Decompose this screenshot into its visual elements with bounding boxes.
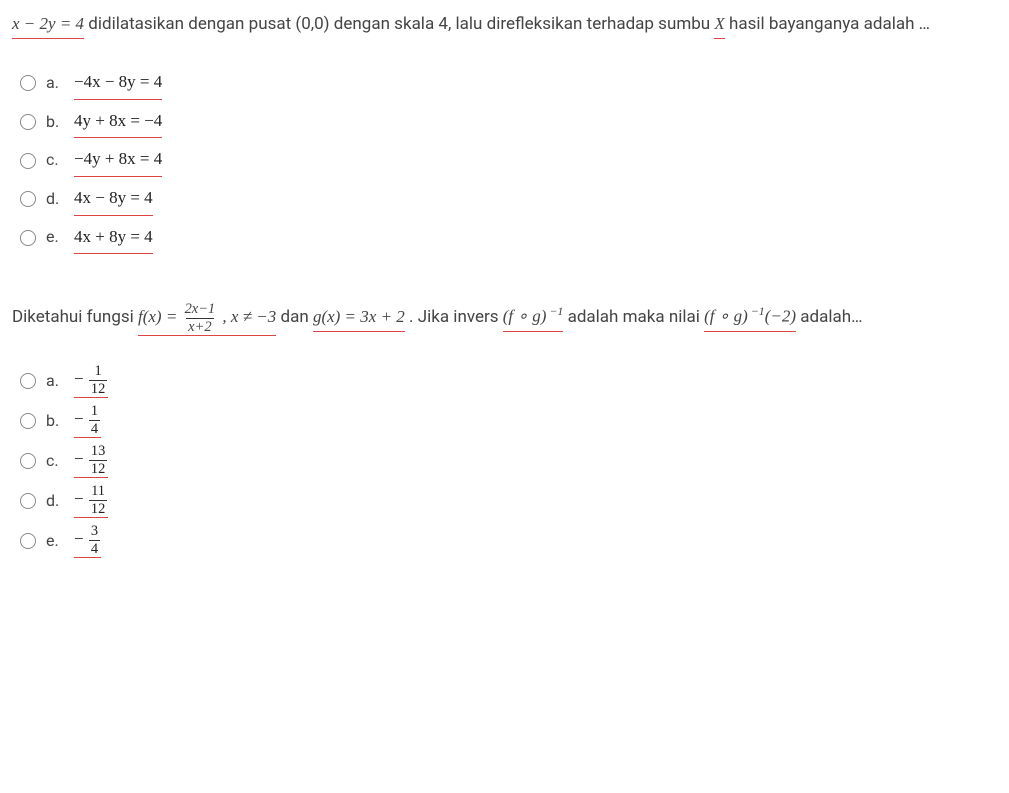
- q1-text-2: hasil bayanganya adalah …: [725, 14, 930, 34]
- option-text: 4x + 8y = 4: [74, 222, 153, 255]
- option-value: − 1112: [74, 484, 108, 518]
- option-letter: a.: [46, 367, 64, 396]
- q2-mid: dan: [280, 307, 312, 327]
- option-value: − 14: [74, 404, 101, 438]
- q2-mid2: . Jika invers: [409, 307, 503, 327]
- option-letter: c.: [46, 447, 64, 476]
- option-letter: c.: [46, 146, 64, 175]
- option-value: − 34: [74, 524, 101, 558]
- option-letter: b.: [46, 407, 64, 436]
- q2-option-e[interactable]: e. − 34: [20, 524, 997, 558]
- radio-icon[interactable]: [20, 114, 36, 130]
- q2-option-a[interactable]: a. − 112: [20, 364, 997, 398]
- question-2-stem: Diketahui fungsi f(x) = 2x−1x+2 , x ≠ −3…: [12, 302, 997, 336]
- option-text: 4y + 8x = −4: [74, 106, 162, 139]
- radio-icon[interactable]: [20, 373, 36, 389]
- option-text: −4y + 8x = 4: [74, 144, 162, 177]
- option-letter: e.: [46, 527, 64, 556]
- option-letter: b.: [46, 108, 64, 137]
- q2-options: a. − 112 b. − 14 c. − 1312 d.: [12, 364, 997, 558]
- option-letter: d.: [46, 487, 64, 516]
- q1-option-a[interactable]: a. −4x − 8y = 4: [20, 67, 997, 100]
- option-letter: d.: [46, 185, 64, 214]
- q1-math-expr: x − 2y = 4: [12, 10, 84, 39]
- q2-option-c[interactable]: c. − 1312: [20, 444, 997, 478]
- option-value: − 112: [74, 364, 108, 398]
- q2-fx: f(x) = 2x−1x+2 , x ≠ −3: [138, 302, 276, 336]
- option-value: − 1312: [74, 444, 108, 478]
- radio-icon[interactable]: [20, 75, 36, 91]
- q2-fog-inv-arg: (f ∘ g) −1(−2): [704, 302, 796, 332]
- q1-option-e[interactable]: e. 4x + 8y = 4: [20, 222, 997, 255]
- radio-icon[interactable]: [20, 493, 36, 509]
- question-2: Diketahui fungsi f(x) = 2x−1x+2 , x ≠ −3…: [12, 302, 997, 558]
- option-text: −4x − 8y = 4: [74, 67, 162, 100]
- radio-icon[interactable]: [20, 533, 36, 549]
- radio-icon[interactable]: [20, 191, 36, 207]
- option-letter: a.: [46, 69, 64, 98]
- radio-icon[interactable]: [20, 413, 36, 429]
- radio-icon[interactable]: [20, 230, 36, 246]
- q2-gx: g(x) = 3x + 2: [313, 303, 405, 332]
- q2-fog-inv: (f ∘ g) −1: [503, 302, 564, 332]
- q2-post2: adalah…: [800, 307, 862, 327]
- option-letter: e.: [46, 223, 64, 252]
- q1-option-d[interactable]: d. 4x − 8y = 4: [20, 183, 997, 216]
- q1-option-c[interactable]: c. −4y + 8x = 4: [20, 144, 997, 177]
- q2-post1: adalah maka nilai: [568, 307, 705, 327]
- q1-text-1: didilatasikan dengan pusat (0,0) dengan …: [84, 14, 714, 34]
- q1-var-x: X: [714, 10, 724, 39]
- q1-options: a. −4x − 8y = 4 b. 4y + 8x = −4 c. −4y +…: [12, 67, 997, 254]
- q2-option-d[interactable]: d. − 1112: [20, 484, 997, 518]
- option-text: 4x − 8y = 4: [74, 183, 153, 216]
- question-1: x − 2y = 4 didilatasikan dengan pusat (0…: [12, 10, 997, 254]
- question-1-stem: x − 2y = 4 didilatasikan dengan pusat (0…: [12, 10, 997, 39]
- radio-icon[interactable]: [20, 453, 36, 469]
- radio-icon[interactable]: [20, 153, 36, 169]
- q1-option-b[interactable]: b. 4y + 8x = −4: [20, 106, 997, 139]
- q2-option-b[interactable]: b. − 14: [20, 404, 997, 438]
- q2-pre: Diketahui fungsi: [12, 307, 138, 327]
